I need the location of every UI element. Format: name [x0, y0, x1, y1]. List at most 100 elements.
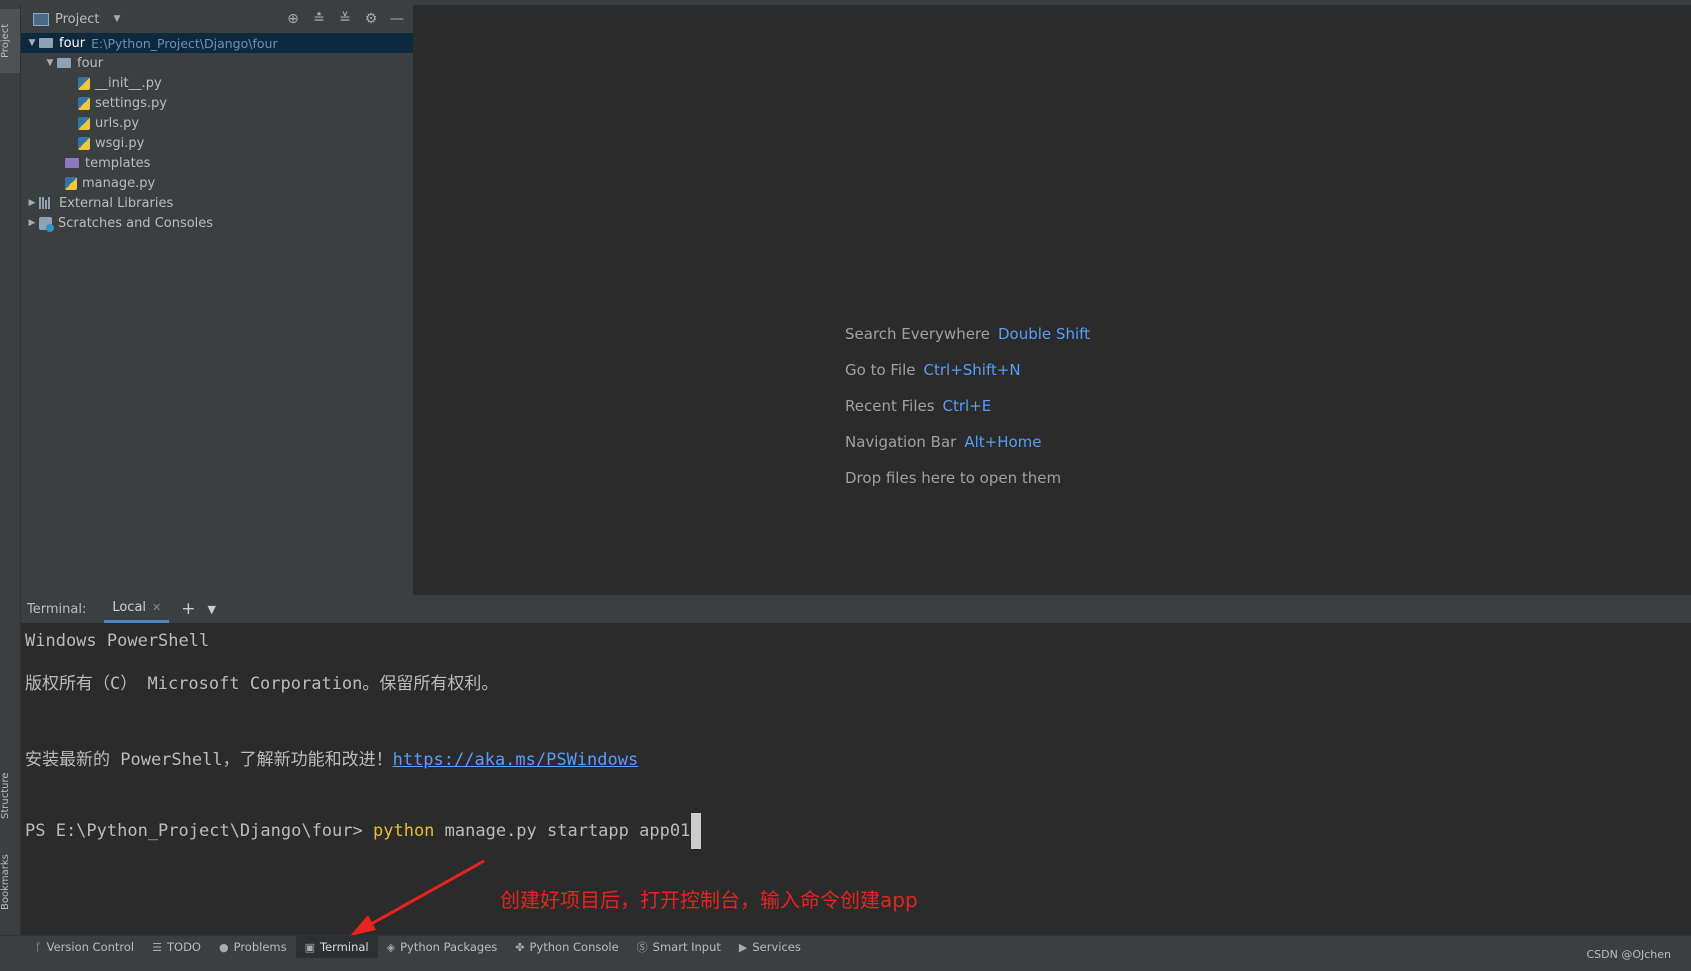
tree-item-label: __init__.py — [95, 75, 162, 91]
services-icon: ▶ — [738, 940, 748, 954]
terminal-line: Windows PowerShell — [25, 631, 210, 651]
terminal-header: Terminal: Local ✕ + ▼ — [21, 595, 1691, 623]
tab-terminal[interactable]: ▣ Terminal — [295, 936, 378, 958]
add-terminal-icon[interactable]: + — [181, 599, 195, 619]
chevron-down-icon[interactable]: ▼ — [208, 603, 216, 616]
tree-item-path: E:\Python_Project\Django\four — [91, 35, 278, 51]
chevron-right-icon[interactable]: ▶ — [25, 198, 39, 208]
hint-label: Navigation Bar — [845, 433, 957, 451]
tree-item-scratches[interactable]: ▶ Scratches and Consoles — [21, 213, 413, 233]
project-view-icon — [33, 12, 49, 26]
hint-label: Search Everywhere — [845, 325, 990, 343]
hint-shortcut: Ctrl+E — [942, 397, 992, 415]
packages-icon: ◈ — [386, 940, 396, 954]
terminal-prompt: PS E:\Python_Project\Django\four> — [25, 821, 373, 841]
tab-python-packages[interactable]: ◈ Python Packages — [378, 936, 507, 958]
python-file-icon — [78, 76, 90, 90]
left-tool-strip: Project Structure Bookmarks — [0, 5, 21, 935]
bookmarks-tool-tab[interactable]: Bookmarks — [0, 841, 20, 923]
python-file-icon — [78, 116, 90, 130]
project-panel-header: Project ▼ ⊕ ≛ ≚ ⚙ — — [21, 5, 413, 33]
terminal-tab-local[interactable]: Local ✕ — [104, 595, 170, 623]
terminal-prompt-line[interactable]: PS E:\Python_Project\Django\four> python… — [25, 813, 702, 849]
hint-shortcut: Double Shift — [998, 325, 1091, 343]
terminal-label: Terminal: — [27, 601, 87, 617]
tree-item-file[interactable]: __init__.py — [21, 73, 413, 93]
tree-item-label: wsgi.py — [95, 135, 145, 151]
tree-item-label: templates — [85, 155, 151, 171]
tool-window-bar: ᚴ Version Control ☰ TODO ● Problems ▣ Termin… — [0, 935, 1691, 971]
tree-item-templates[interactable]: templates — [21, 153, 413, 173]
terminal-text: 安装最新的 PowerShell，了解新功能和改进！ — [25, 750, 393, 770]
tab-label: Version Control — [46, 940, 135, 954]
tab-label: Smart Input — [652, 940, 721, 954]
folder-icon — [65, 158, 79, 168]
tree-item-file[interactable]: settings.py — [21, 93, 413, 113]
python-file-icon — [78, 136, 90, 150]
terminal-line: 版权所有（C） Microsoft Corporation。保留所有权利。 — [25, 674, 499, 694]
tab-services[interactable]: ▶ Services — [730, 936, 810, 958]
tab-smart-input[interactable]: Ⓢ Smart Input — [628, 936, 730, 958]
hint-drop-files: Drop files here to open them — [845, 469, 1061, 487]
folder-icon — [57, 58, 71, 68]
tree-item-label: four — [59, 35, 86, 51]
project-tool-tab[interactable]: Project — [0, 9, 20, 73]
hint-shortcut: Alt+Home — [964, 433, 1042, 451]
chevron-down-icon[interactable]: ▼ — [25, 38, 39, 48]
tab-problems[interactable]: ● Problems — [210, 936, 296, 958]
expand-all-icon[interactable]: ≛ — [311, 11, 327, 27]
tree-item-label: urls.py — [95, 115, 140, 131]
terminal-line: 安装最新的 PowerShell，了解新功能和改进！https://aka.ms… — [25, 745, 638, 770]
chevron-down-icon[interactable]: ▼ — [113, 14, 120, 24]
python-console-icon: ✤ — [515, 940, 525, 954]
tree-item-file[interactable]: urls.py — [21, 113, 413, 133]
hint-recent-files: Recent Files Ctrl+E — [845, 397, 991, 415]
python-file-icon — [65, 176, 77, 190]
hint-label: Drop files here to open them — [845, 469, 1062, 487]
tree-item-label: External Libraries — [59, 195, 174, 211]
tab-label: Terminal — [320, 940, 369, 954]
tree-item-manage[interactable]: manage.py — [21, 173, 413, 193]
hint-label: Go to File — [845, 361, 916, 379]
hint-go-to-file: Go to File Ctrl+Shift+N — [845, 361, 1021, 379]
editor-empty-area[interactable]: Search Everywhere Double Shift Go to File… — [414, 5, 1691, 595]
python-file-icon — [78, 96, 90, 110]
tab-label: TODO — [167, 940, 201, 954]
locate-icon[interactable]: ⊕ — [285, 11, 301, 27]
watermark-credit: CSDN @OJchen — [1586, 948, 1671, 961]
tree-item-label: four — [77, 55, 104, 71]
project-panel-title[interactable]: Project — [55, 12, 99, 27]
project-panel: Project ▼ ⊕ ≛ ≚ ⚙ — ▼ four E:\Python_Pro… — [21, 5, 414, 595]
terminal-icon: ▣ — [304, 940, 316, 954]
chevron-down-icon[interactable]: ▼ — [43, 58, 57, 68]
tree-item-root[interactable]: ▼ four E:\Python_Project\Django\four — [21, 33, 413, 53]
hint-label: Recent Files — [845, 397, 935, 415]
tab-todo[interactable]: ☰ TODO — [143, 936, 210, 958]
tree-item-file[interactable]: wsgi.py — [21, 133, 413, 153]
text-cursor — [691, 813, 702, 849]
close-icon[interactable]: ✕ — [152, 601, 161, 614]
tab-label: Python Console — [529, 940, 619, 954]
collapse-all-icon[interactable]: ≚ — [337, 11, 353, 27]
project-tree: ▼ four E:\Python_Project\Django\four ▼ f… — [21, 33, 413, 233]
tab-version-control[interactable]: ᚴ Version Control — [26, 936, 143, 958]
powershell-link[interactable]: https://aka.ms/PSWindows — [393, 750, 639, 770]
tab-python-console[interactable]: ✤ Python Console — [506, 936, 627, 958]
command-args: manage.py startapp app01 — [434, 821, 691, 841]
tree-item-label: manage.py — [82, 175, 156, 191]
tree-item-external[interactable]: ▶ External Libraries — [21, 193, 413, 213]
folder-icon — [39, 38, 53, 48]
smart-input-icon: Ⓢ — [636, 941, 648, 954]
branch-icon: ᚴ — [35, 940, 42, 954]
minimize-icon[interactable]: — — [389, 11, 405, 27]
tree-item-pkg[interactable]: ▼ four — [21, 53, 413, 73]
gear-icon[interactable]: ⚙ — [363, 11, 379, 27]
tree-item-label: Scratches and Consoles — [58, 215, 214, 231]
scratches-icon — [39, 216, 54, 232]
command-name: python — [373, 821, 435, 841]
structure-tool-tab[interactable]: Structure — [0, 761, 20, 831]
chevron-right-icon[interactable]: ▶ — [25, 218, 39, 228]
library-icon — [39, 197, 53, 209]
hint-navigation-bar: Navigation Bar Alt+Home — [845, 433, 1042, 451]
tree-item-label: settings.py — [95, 95, 167, 111]
